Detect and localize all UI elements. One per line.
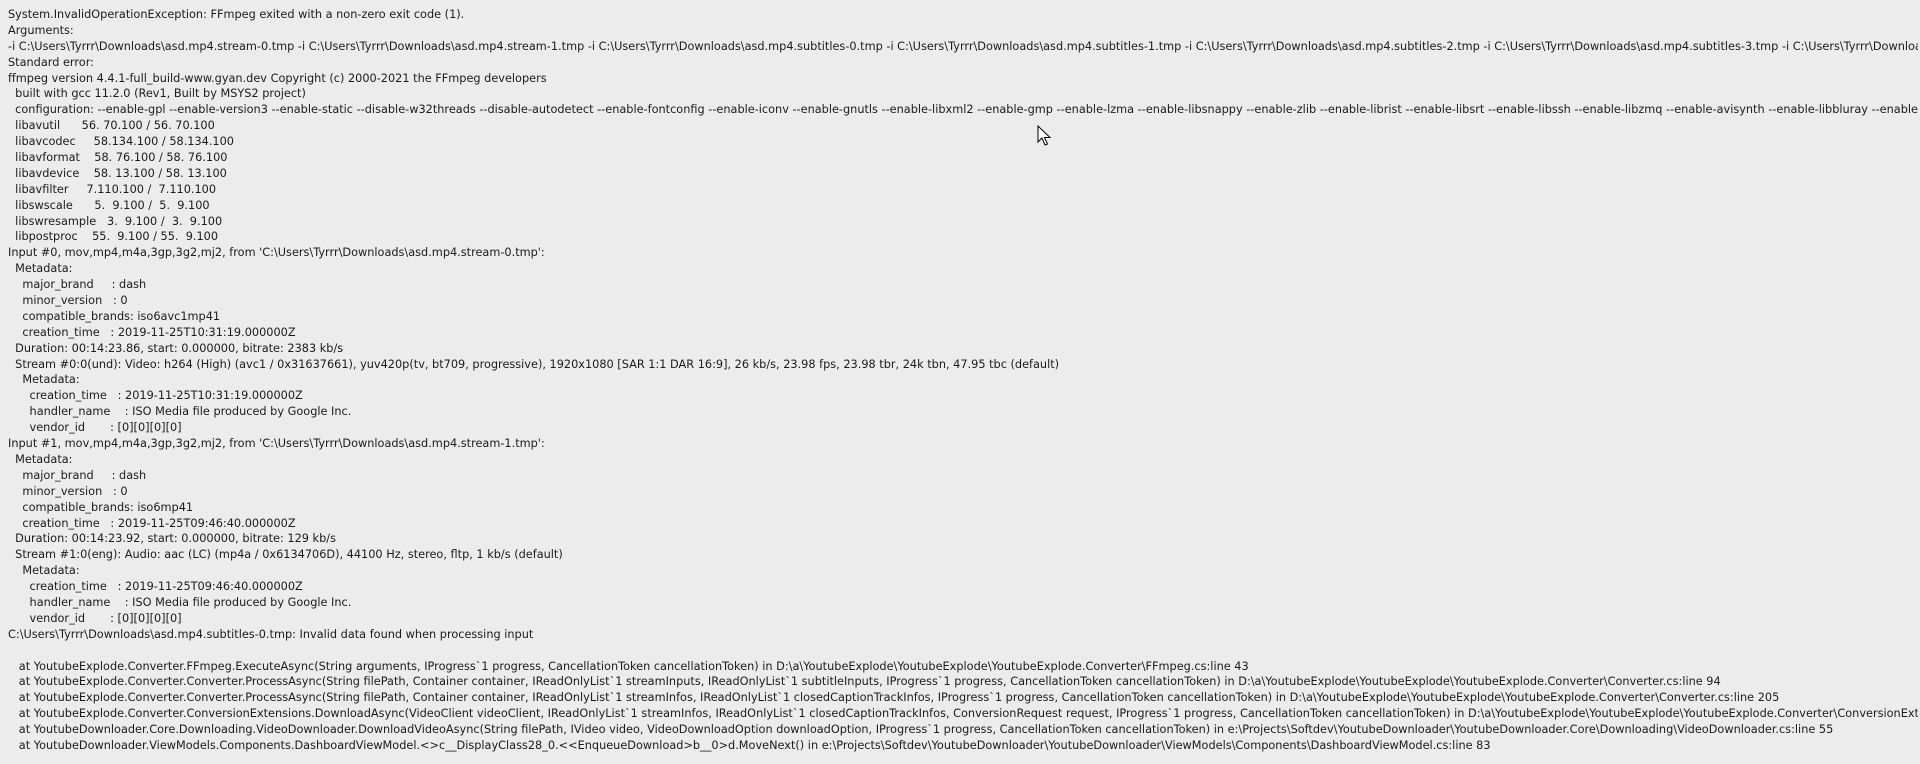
log-line: libavdevice 58. 13.100 / 58. 13.100 bbox=[8, 166, 227, 180]
error-log-text[interactable]: System.InvalidOperationException: FFmpeg… bbox=[8, 7, 1918, 754]
log-line: compatible_brands: iso6avc1mp41 bbox=[8, 309, 221, 323]
log-line: Metadata: bbox=[8, 452, 73, 466]
mouse-pointer-icon bbox=[1037, 125, 1051, 146]
log-line: at YoutubeExplode.Converter.FFmpeg.Execu… bbox=[8, 659, 1249, 673]
log-line: creation_time : 2019-11-25T10:31:19.0000… bbox=[8, 325, 296, 339]
log-line: major_brand : dash bbox=[8, 468, 147, 482]
log-line: System.InvalidOperationException: FFmpeg… bbox=[8, 8, 465, 21]
log-line: built with gcc 11.2.0 (Rev1, Built by MS… bbox=[8, 87, 306, 101]
log-line: Metadata: bbox=[8, 373, 80, 387]
log-line: Arguments: bbox=[8, 23, 74, 37]
log-line: C:\Users\Tyrrr\Downloads\asd.mp4.subtitl… bbox=[8, 627, 534, 641]
log-line: vendor_id : [0][0][0][0] bbox=[8, 421, 182, 435]
log-line: libswresample 3. 9.100 / 3. 9.100 bbox=[8, 214, 223, 228]
log-line: at YoutubeExplode.Converter.ConversionEx… bbox=[8, 707, 1918, 721]
log-line: libavformat 58. 76.100 / 58. 76.100 bbox=[8, 151, 228, 165]
log-line: Stream #1:0(eng): Audio: aac (LC) (mp4a … bbox=[8, 548, 563, 562]
log-line: Stream #0:0(und): Video: h264 (High) (av… bbox=[8, 357, 1060, 371]
log-line: Duration: 00:14:23.86, start: 0.000000, … bbox=[8, 341, 344, 355]
log-line: handler_name : ISO Media file produced b… bbox=[8, 595, 352, 609]
log-line: at YoutubeExplode.Converter.Converter.Pr… bbox=[8, 675, 1721, 689]
log-line: libavutil 56. 70.100 / 56. 70.100 bbox=[8, 119, 215, 133]
log-line: creation_time : 2019-11-25T10:31:19.0000… bbox=[8, 389, 303, 403]
log-line: major_brand : dash bbox=[8, 278, 147, 292]
log-line: Metadata: bbox=[8, 262, 73, 276]
log-line: Input #0, mov,mp4,m4a,3gp,3g2,mj2, from … bbox=[8, 246, 545, 260]
log-line: compatible_brands: iso6mp41 bbox=[8, 500, 194, 514]
log-line: libswscale 5. 9.100 / 5. 9.100 bbox=[8, 198, 210, 212]
log-line: Input #1, mov,mp4,m4a,3gp,3g2,mj2, from … bbox=[8, 437, 545, 451]
log-line: minor_version : 0 bbox=[8, 484, 128, 498]
log-line: at YoutubeDownloader.ViewModels.Componen… bbox=[8, 738, 1491, 752]
log-line: at YoutubeDownloader.Core.Downloading.Vi… bbox=[8, 723, 1834, 737]
log-line: Standard error: bbox=[8, 55, 94, 69]
log-line: libpostproc 55. 9.100 / 55. 9.100 bbox=[8, 230, 219, 244]
log-line: minor_version : 0 bbox=[8, 294, 128, 308]
log-line: Metadata: bbox=[8, 564, 80, 578]
log-line: libavfilter 7.110.100 / 7.110.100 bbox=[8, 182, 217, 196]
log-line: -i C:\Users\Tyrrr\Downloads\asd.mp4.stre… bbox=[8, 39, 1918, 53]
log-line: ffmpeg version 4.4.1-full_build-www.gyan… bbox=[8, 71, 547, 85]
log-line: handler_name : ISO Media file produced b… bbox=[8, 405, 352, 419]
log-line: at YoutubeExplode.Converter.Converter.Pr… bbox=[8, 691, 1780, 705]
log-line: configuration: --enable-gpl --enable-ver… bbox=[8, 103, 1918, 117]
log-line: creation_time : 2019-11-25T09:46:40.0000… bbox=[8, 580, 303, 594]
log-line: Duration: 00:14:23.92, start: 0.000000, … bbox=[8, 532, 336, 546]
log-line: vendor_id : [0][0][0][0] bbox=[8, 611, 182, 625]
log-line: creation_time : 2019-11-25T09:46:40.0000… bbox=[8, 516, 296, 530]
log-line: libavcodec 58.134.100 / 58.134.100 bbox=[8, 135, 234, 149]
